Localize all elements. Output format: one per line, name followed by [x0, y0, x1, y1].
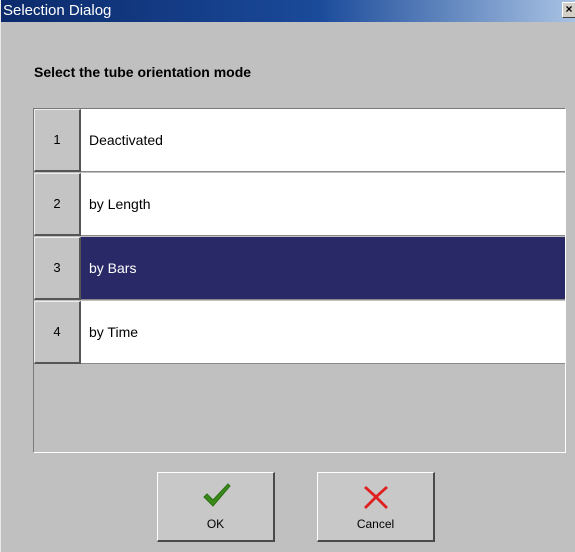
option-row-by-bars[interactable]: 3 by Bars	[34, 237, 565, 300]
ok-label: OK	[206, 517, 225, 531]
option-number[interactable]: 1	[34, 109, 81, 172]
prompt-text: Select the tube orientation mode	[34, 64, 252, 80]
cancel-button[interactable]: Cancel	[317, 472, 435, 542]
option-label[interactable]: by Bars	[81, 237, 565, 300]
checkmark-icon	[203, 483, 231, 507]
ok-button[interactable]: OK	[157, 472, 275, 542]
close-button[interactable]: ×	[562, 2, 575, 18]
cancel-label: Cancel	[356, 517, 395, 531]
option-label[interactable]: Deactivated	[81, 109, 565, 172]
option-label[interactable]: by Length	[81, 173, 565, 236]
selection-dialog: Selection Dialog × Select the tube orien…	[0, 0, 575, 552]
window-title: Selection Dialog	[3, 2, 112, 19]
title-bar[interactable]: Selection Dialog ×	[1, 0, 575, 22]
option-row-deactivated[interactable]: 1 Deactivated	[34, 109, 565, 172]
option-number[interactable]: 4	[34, 301, 81, 364]
option-list: 1 Deactivated 2 by Length 3 by Bars 4 by…	[33, 108, 566, 453]
x-icon	[364, 486, 388, 509]
option-number[interactable]: 2	[34, 173, 81, 236]
option-number[interactable]: 3	[34, 237, 81, 300]
close-icon: ×	[565, 2, 573, 16]
option-row-by-length[interactable]: 2 by Length	[34, 173, 565, 236]
option-label[interactable]: by Time	[81, 301, 565, 364]
option-row-by-time[interactable]: 4 by Time	[34, 301, 565, 364]
